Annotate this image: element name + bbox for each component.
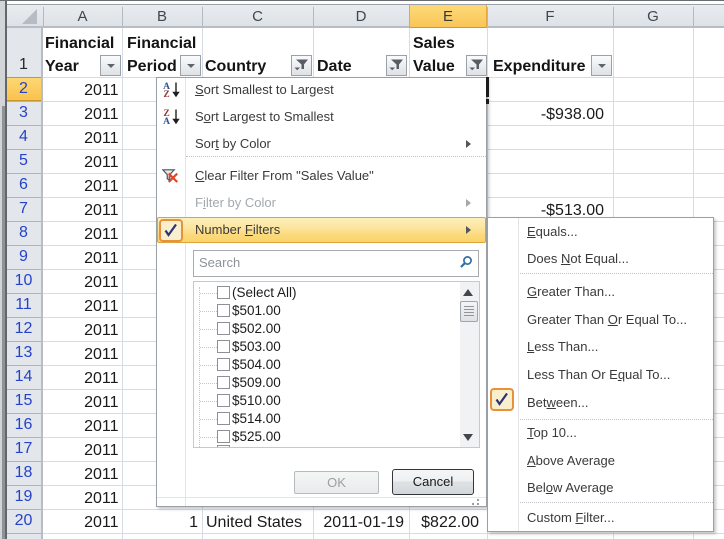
- svg-text:Z: Z: [163, 90, 169, 98]
- svg-text:A: A: [163, 117, 170, 125]
